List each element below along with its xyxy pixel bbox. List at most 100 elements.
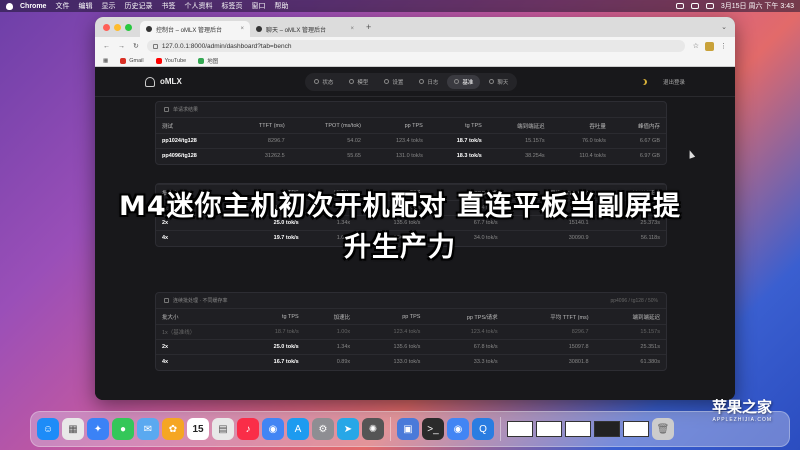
table-cell: pp1024/tg128 xyxy=(156,133,231,149)
mail-icon[interactable]: ✉ xyxy=(137,418,159,440)
forward-icon[interactable]: → xyxy=(118,43,125,50)
extension-icon[interactable] xyxy=(705,41,714,51)
close-tab-icon[interactable]: × xyxy=(240,26,244,32)
nav-bench[interactable]: 基准 xyxy=(447,74,481,89)
single-request-table: 测试 TTFT (ms) TPOT (ms/tok) pp TPS tg TPS… xyxy=(156,117,666,164)
music-icon[interactable]: ♪ xyxy=(237,418,259,440)
theme-toggle-moon-icon[interactable] xyxy=(641,79,647,85)
nav-settings[interactable]: 设置 xyxy=(377,75,410,89)
collapse-icon[interactable] xyxy=(164,298,169,303)
menu-window[interactable]: 窗口 xyxy=(251,1,265,11)
minimized-window-thumbnail[interactable] xyxy=(507,421,533,437)
photos-icon[interactable]: ✿ xyxy=(162,418,184,440)
tab-chat[interactable]: 聊天 – oMLX 管理后台 × xyxy=(250,21,360,37)
minimized-window-thumbnail[interactable] xyxy=(536,421,562,437)
col-header: pp TPS xyxy=(356,308,427,325)
omlx-logo[interactable]: oMLX xyxy=(145,76,182,87)
apple-menu-icon[interactable] xyxy=(6,2,13,10)
col-header: 测试 xyxy=(156,117,231,134)
nav-models-label: 模型 xyxy=(357,79,369,86)
video-caption-line-1: M4迷你主机初次开机配对 直连平板当副屏提 xyxy=(118,191,682,222)
bookmark-gmail-label: Gmail xyxy=(129,57,144,64)
back-icon[interactable]: ← xyxy=(103,43,110,50)
table-cell: 30801.8 xyxy=(503,354,595,370)
battery-icon[interactable] xyxy=(675,3,684,9)
zoom-window-button[interactable] xyxy=(125,23,132,31)
youtube-icon xyxy=(155,57,162,64)
nav-models[interactable]: 模型 xyxy=(342,75,375,89)
bookmark-gmail[interactable]: Gmail xyxy=(120,57,144,64)
nav-status[interactable]: 状态 xyxy=(307,75,340,89)
nav-bench-label: 基准 xyxy=(462,79,474,86)
quicktime-icon[interactable]: Q xyxy=(472,418,494,440)
calendar-icon[interactable]: 15 xyxy=(187,418,209,440)
table-row: 1x（基准线） 18.7 tok/s 1.00x 123.4 tok/s 123… xyxy=(156,324,666,340)
menu-help[interactable]: 帮助 xyxy=(274,1,288,11)
table-cell: 1.00x xyxy=(304,324,357,340)
more-menu-icon[interactable]: ⋮ xyxy=(720,42,727,50)
menu-profiles[interactable]: 个人资料 xyxy=(184,1,212,11)
safari-icon[interactable]: ✦ xyxy=(87,418,109,440)
terminal-icon[interactable]: >_ xyxy=(422,418,444,440)
minimized-window-thumbnail[interactable] xyxy=(623,421,649,437)
tab-dashboard[interactable]: 控制台 – oMLX 管理后台 × xyxy=(140,21,250,37)
chatgpt-icon[interactable]: ✺ xyxy=(362,418,384,440)
logo-text: oMLX xyxy=(160,77,182,86)
col-header: pp TPS/请求 xyxy=(426,308,504,325)
minimize-window-button[interactable] xyxy=(114,23,121,31)
system-settings-icon[interactable]: ⚙ xyxy=(312,418,334,440)
table-cell: 25.351s xyxy=(594,339,666,355)
menu-clock[interactable]: 3月15日 周六 下午 3:43 xyxy=(721,1,794,11)
minimized-window-thumbnail[interactable] xyxy=(565,421,591,437)
dock-separator xyxy=(500,417,501,441)
menu-view[interactable]: 显示 xyxy=(101,1,115,11)
menu-tab[interactable]: 标签页 xyxy=(221,1,242,11)
trash-icon[interactable]: 🗑 xyxy=(652,418,674,440)
col-header: tg TPS xyxy=(428,117,488,134)
bookmark-youtube[interactable]: YouTube xyxy=(155,57,186,64)
new-tab-button[interactable]: + xyxy=(366,22,371,32)
url-field[interactable]: 127.0.0.1:8000/admin/dashboard?tab=bench xyxy=(146,40,685,52)
table-header-row: 测试 TTFT (ms) TPOT (ms/tok) pp TPS tg TPS… xyxy=(156,117,666,134)
site-watermark: 苹果之家 APPLEZHIJIA.COM xyxy=(712,396,772,423)
control-center-icon[interactable] xyxy=(705,3,714,9)
tab-search-icon[interactable]: ⌄ xyxy=(721,23,727,31)
minimized-window-thumbnail[interactable] xyxy=(594,421,620,437)
messages-icon[interactable]: ● xyxy=(112,418,134,440)
chrome-icon[interactable]: ◉ xyxy=(447,418,469,440)
table-cell: 4x xyxy=(156,354,238,370)
bookmark-maps[interactable]: 地图 xyxy=(198,57,218,65)
sidecar-icon[interactable]: ▣ xyxy=(397,418,419,440)
table-cell: 131.0 tok/s xyxy=(366,148,429,164)
menu-history[interactable]: 历史记录 xyxy=(124,1,152,11)
wifi-icon[interactable] xyxy=(690,3,699,9)
table-cell: 15097.8 xyxy=(503,339,595,355)
collapse-icon[interactable] xyxy=(164,107,169,112)
nav-logs[interactable]: 日志 xyxy=(412,75,445,89)
menu-edit[interactable]: 编辑 xyxy=(78,1,92,11)
bookmark-maps-label: 地图 xyxy=(207,58,219,65)
site-info-icon[interactable] xyxy=(152,43,158,49)
telegram-icon[interactable]: ➤ xyxy=(337,418,359,440)
menu-bookmarks[interactable]: 书签 xyxy=(161,1,175,11)
table-cell: 76.0 tok/s xyxy=(550,133,612,149)
launchpad-icon[interactable]: ▦ xyxy=(62,418,84,440)
notes-icon[interactable]: ▤ xyxy=(212,418,234,440)
menu-app-name[interactable]: Chrome xyxy=(20,3,46,10)
nav-status-label: 状态 xyxy=(322,79,334,86)
apps-grid-icon[interactable]: ▦ xyxy=(103,58,108,64)
menu-file[interactable]: 文件 xyxy=(55,1,69,11)
header-actions: 退出登录 xyxy=(641,78,685,86)
close-tab-icon[interactable]: × xyxy=(350,26,354,32)
finder-icon[interactable]: ☺ xyxy=(37,418,59,440)
reload-icon[interactable]: ↻ xyxy=(133,42,139,50)
close-window-button[interactable] xyxy=(103,23,110,31)
col-header: 端到端延迟 xyxy=(594,308,666,325)
app-store-icon[interactable]: A xyxy=(287,418,309,440)
nav-chat-label: 聊天 xyxy=(497,79,509,86)
logout-button[interactable]: 退出登录 xyxy=(663,78,685,86)
bookmark-star-icon[interactable]: ☆ xyxy=(693,42,699,50)
chrome-icon[interactable]: ◉ xyxy=(262,418,284,440)
video-caption-line-2: 升生产力 xyxy=(344,232,456,263)
nav-chat[interactable]: 聊天 xyxy=(482,75,515,89)
